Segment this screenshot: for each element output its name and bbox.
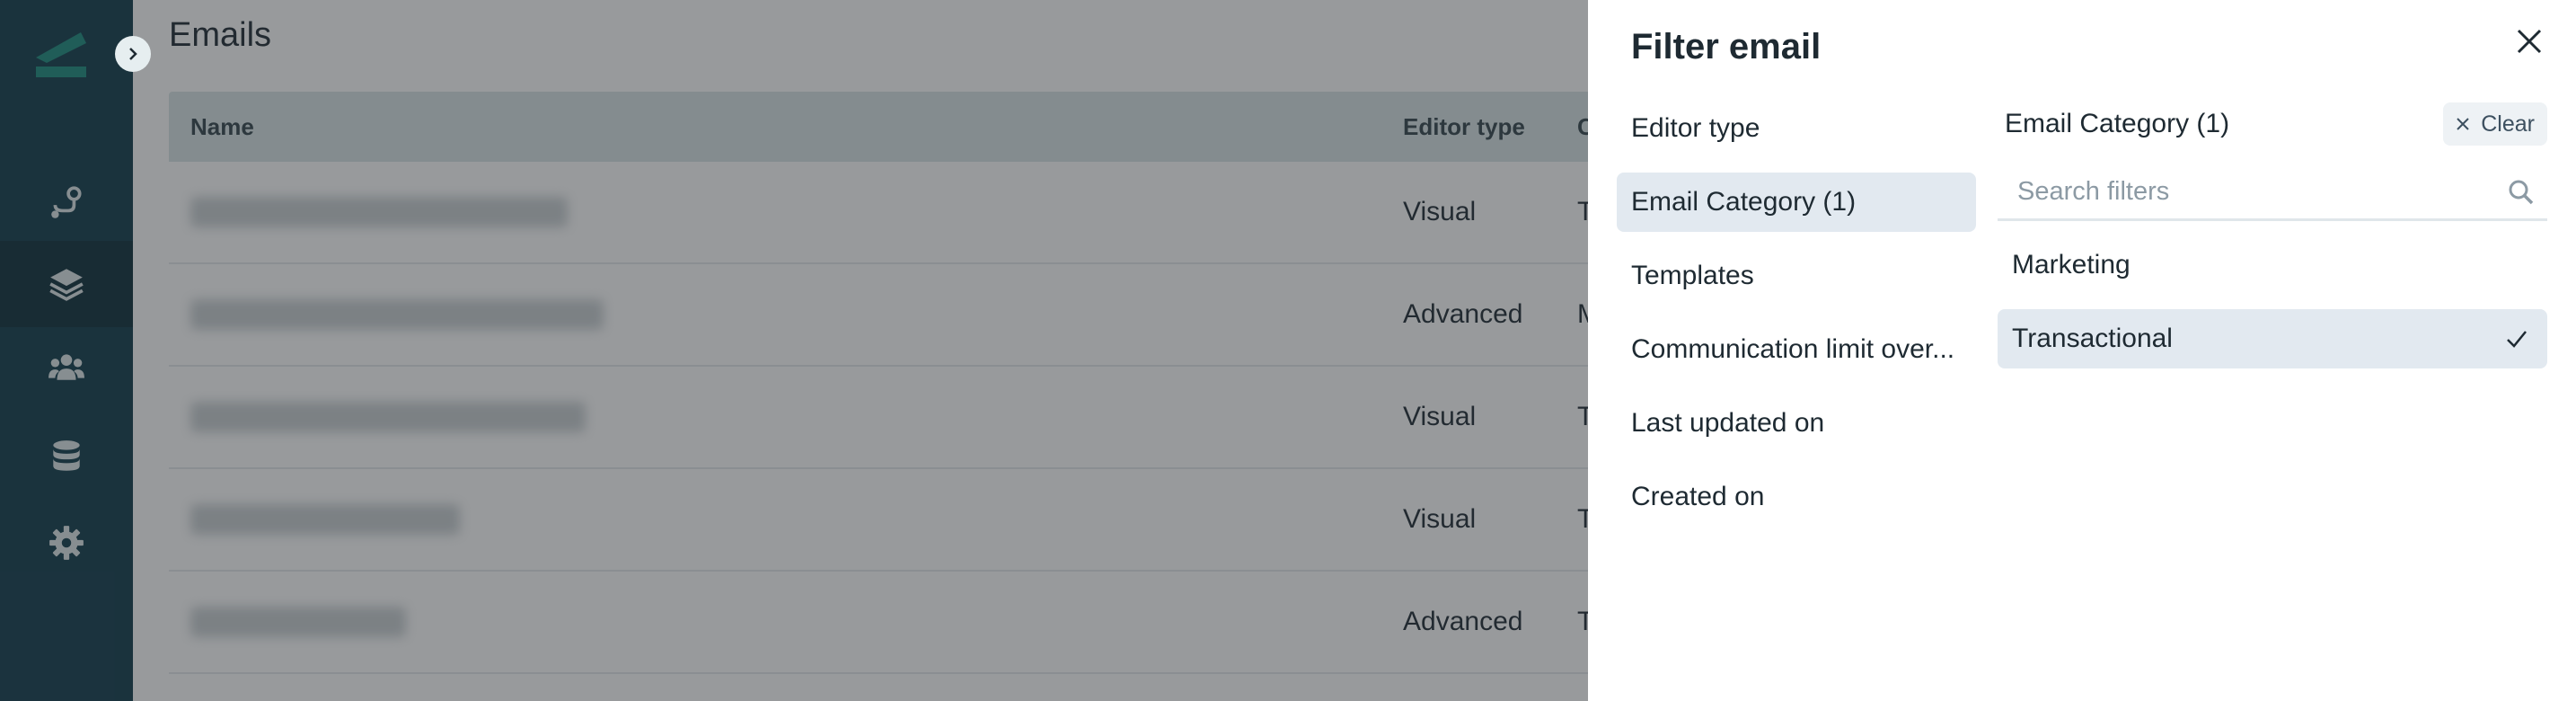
filter-panel-title: Filter email bbox=[1631, 27, 1822, 67]
filter-option-marketing[interactable]: Marketing bbox=[1998, 235, 2547, 295]
chevron-right-icon bbox=[129, 48, 137, 60]
modal-overlay[interactable] bbox=[0, 0, 1588, 701]
search-icon[interactable] bbox=[2508, 179, 2535, 206]
filter-options-title: Email Category (1) bbox=[2005, 109, 2230, 138]
clear-button-label: Clear bbox=[2481, 111, 2535, 137]
filter-category-list: Editor type Email Category (1) Templates… bbox=[1617, 99, 1976, 541]
option-label: Transactional bbox=[2012, 324, 2173, 353]
filter-category-editor-type[interactable]: Editor type bbox=[1617, 99, 1976, 158]
filter-category-last-updated[interactable]: Last updated on bbox=[1617, 394, 1976, 453]
filter-category-templates[interactable]: Templates bbox=[1617, 246, 1976, 306]
filter-option-transactional[interactable]: Transactional bbox=[1998, 309, 2547, 368]
close-icon bbox=[2457, 118, 2469, 130]
filter-category-communication-limit[interactable]: Communication limit over... bbox=[1617, 320, 1976, 379]
expand-sidebar-button[interactable] bbox=[115, 36, 151, 72]
filter-options: Email Category (1) Clear Marketing Trans… bbox=[1998, 99, 2547, 368]
search-input[interactable] bbox=[2017, 177, 2448, 207]
close-icon bbox=[2517, 29, 2542, 54]
filter-options-header: Email Category (1) Clear bbox=[1998, 99, 2547, 149]
search-filters bbox=[1998, 165, 2547, 221]
checkmark-icon bbox=[2507, 331, 2527, 348]
option-label: Marketing bbox=[2012, 250, 2130, 280]
filter-category-created-on[interactable]: Created on bbox=[1617, 467, 1976, 527]
filter-panel: Filter email Editor type Email Category … bbox=[1588, 0, 2576, 701]
filter-category-email-category[interactable]: Email Category (1) bbox=[1617, 173, 1976, 232]
close-button[interactable] bbox=[2510, 22, 2549, 61]
clear-button[interactable]: Clear bbox=[2443, 102, 2547, 146]
